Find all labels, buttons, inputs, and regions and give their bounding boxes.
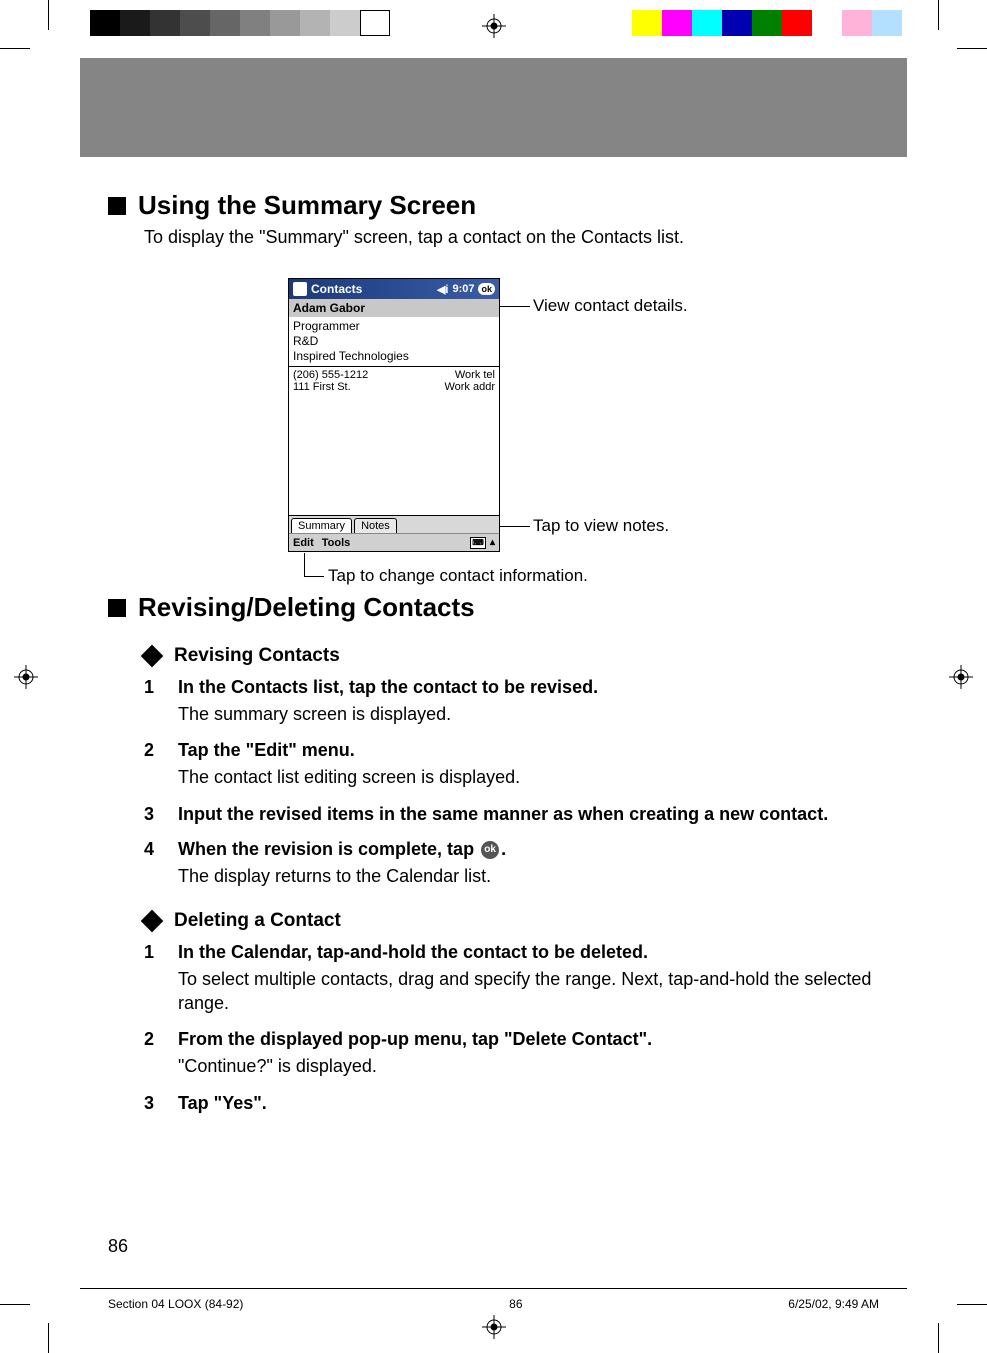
contact-phone-label: Work tel <box>455 369 495 381</box>
tab-notes[interactable]: Notes <box>354 518 397 533</box>
heading-revising-deleting: Revising/Deleting Contacts <box>108 592 879 623</box>
step-title: Tap the "Edit" menu. <box>178 740 355 761</box>
tab-summary[interactable]: Summary <box>291 518 352 533</box>
registration-mark-icon <box>482 1315 506 1339</box>
heading-text: Using the Summary Screen <box>138 190 476 221</box>
contact-company: Inspired Technologies <box>293 349 495 364</box>
step-number: 2 <box>144 740 178 761</box>
footer-rule <box>80 1288 907 1289</box>
step-body: The contact list editing screen is displ… <box>178 765 879 789</box>
diamond-bullet-icon <box>141 910 164 933</box>
step-number: 4 <box>144 839 178 860</box>
step: 4When the revision is complete, tap ok. T… <box>144 839 879 888</box>
diamond-bullet-icon <box>141 645 164 668</box>
step: 2From the displayed pop-up menu, tap "De… <box>144 1029 879 1078</box>
step: 1In the Contacts list, tap the contact t… <box>144 677 879 726</box>
step-body: To select multiple contacts, drag and sp… <box>178 967 879 1016</box>
square-bullet-icon <box>108 197 126 215</box>
ppc-screenshot: Contacts ◀ἰ 9:07 ok Adam Gabor Programme… <box>288 278 500 552</box>
ppc-menubar: Edit Tools ⌨ ▴ <box>289 533 499 551</box>
color-bar-right <box>632 10 902 36</box>
contact-addr-label: Work addr <box>444 381 495 393</box>
callout-change-info: Tap to change contact information. <box>328 566 588 586</box>
registration-mark-icon <box>949 665 973 689</box>
step-title: Tap "Yes". <box>178 1093 267 1114</box>
step-number: 2 <box>144 1029 178 1050</box>
footer-left: Section 04 LOOX (84-92) <box>108 1297 243 1311</box>
ppc-title: Contacts <box>311 282 362 296</box>
step-title: In the Contacts list, tap the contact to… <box>178 677 598 698</box>
step: 1In the Calendar, tap-and-hold the conta… <box>144 942 879 1016</box>
footer: Section 04 LOOX (84-92) 86 6/25/02, 9:49… <box>108 1297 879 1311</box>
ok-icon: ok <box>481 841 499 859</box>
heading-using-summary: Using the Summary Screen <box>108 190 879 221</box>
contact-addr: 111 First St. <box>293 381 351 393</box>
step-body: "Continue?" is displayed. <box>178 1054 879 1078</box>
subhead-deleting: Deleting a Contact <box>144 910 879 932</box>
step: 2Tap the "Edit" menu. The contact list ed… <box>144 740 879 789</box>
step-title: Input the revised items in the same mann… <box>178 804 828 825</box>
contact-dept: R&D <box>293 334 495 349</box>
step-title: When the revision is complete, tap ok. <box>178 839 506 860</box>
step: 3Tap "Yes". <box>144 1093 879 1114</box>
callout-view-details: View contact details. <box>533 296 688 316</box>
contact-info: (206) 555-1212 Work tel 111 First St. Work… <box>289 367 499 395</box>
subhead-revising: Revising Contacts <box>144 645 879 667</box>
step-body: The display returns to the Calendar list… <box>178 864 879 888</box>
menu-tools[interactable]: Tools <box>322 537 351 549</box>
page-number: 86 <box>108 1236 128 1257</box>
ppc-time: 9:07 <box>452 283 474 295</box>
heading-text: Revising/Deleting Contacts <box>138 592 475 623</box>
ppc-tabs: Summary Notes <box>289 515 499 533</box>
step: 3Input the revised items in the same man… <box>144 804 879 825</box>
registration-mark-icon <box>14 665 38 689</box>
contact-phone: (206) 555-1212 <box>293 369 368 381</box>
up-arrow-icon[interactable]: ▴ <box>490 537 495 548</box>
contact-role: Programmer <box>293 319 495 334</box>
windows-flag-icon <box>293 282 307 296</box>
contact-details: Programmer R&D Inspired Technologies <box>289 317 499 367</box>
callout-view-notes: Tap to view notes. <box>533 516 669 536</box>
step-title: In the Calendar, tap-and-hold the contac… <box>178 942 648 963</box>
contact-name-row: Adam Gabor <box>289 299 499 317</box>
step-number: 1 <box>144 942 178 963</box>
step-number: 3 <box>144 1093 178 1114</box>
keyboard-icon[interactable]: ⌨ <box>470 537 486 549</box>
step-body: The summary screen is displayed. <box>178 702 879 726</box>
registration-mark-icon <box>482 14 506 38</box>
menu-edit[interactable]: Edit <box>293 537 314 549</box>
intro-text: To display the "Summary" screen, tap a c… <box>144 227 879 248</box>
color-bar-left <box>90 10 390 36</box>
ok-button[interactable]: ok <box>478 283 495 295</box>
square-bullet-icon <box>108 599 126 617</box>
step-number: 3 <box>144 804 178 825</box>
footer-right: 6/25/02, 9:49 AM <box>788 1297 879 1311</box>
speaker-icon: ◀ἰ <box>437 283 449 296</box>
step-number: 1 <box>144 677 178 698</box>
step-title: From the displayed pop-up menu, tap "Del… <box>178 1029 652 1050</box>
footer-center: 86 <box>509 1297 522 1311</box>
header-band <box>80 58 907 157</box>
ppc-titlebar: Contacts ◀ἰ 9:07 ok <box>289 279 499 299</box>
